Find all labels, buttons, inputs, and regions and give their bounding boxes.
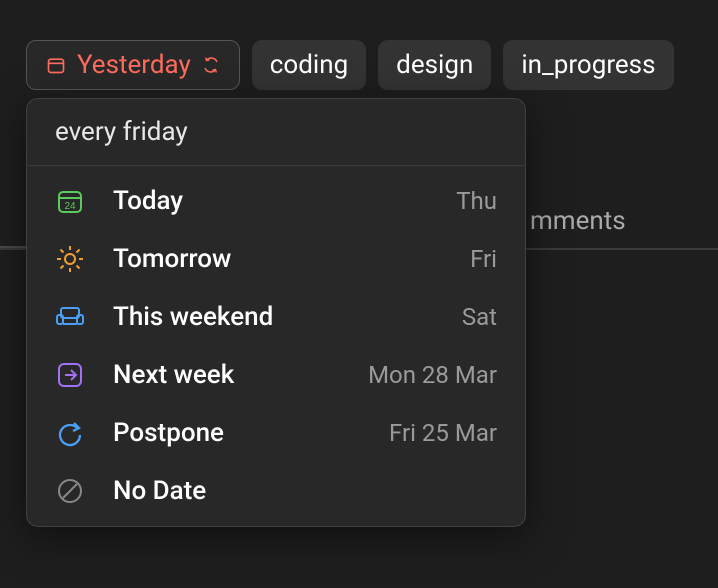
calendar-today-icon: 24 — [55, 186, 85, 216]
svg-text:24: 24 — [64, 201, 76, 212]
header-pills-row: Yesterday coding design in_progress — [0, 0, 718, 90]
tag-pill-coding[interactable]: coding — [252, 40, 366, 90]
option-label: Postpone — [113, 418, 361, 448]
due-date-text: Yesterday — [77, 50, 191, 80]
tab-comments-fragment: mments — [530, 206, 626, 236]
option-label: Today — [113, 186, 428, 216]
date-picker-popover: 24 Today Thu Tomorrow — [26, 98, 526, 527]
tag-pill-design[interactable]: design — [378, 40, 491, 90]
date-search-row — [27, 99, 525, 166]
couch-icon — [55, 302, 85, 332]
divider-fragment-left — [0, 246, 26, 248]
tag-label: in_progress — [521, 50, 655, 80]
arrow-next-icon — [55, 360, 85, 390]
recurring-icon — [201, 55, 221, 75]
option-no-date[interactable]: No Date — [27, 462, 525, 520]
tag-pill-in-progress[interactable]: in_progress — [503, 40, 673, 90]
option-label: No Date — [113, 476, 469, 506]
option-tomorrow[interactable]: Tomorrow Fri — [27, 230, 525, 288]
option-postpone[interactable]: Postpone Fri 25 Mar — [27, 404, 525, 462]
option-next-week[interactable]: Next week Mon 28 Mar — [27, 346, 525, 404]
tag-label: design — [396, 50, 473, 80]
option-meta: Fri 25 Mar — [389, 419, 497, 447]
redo-icon — [55, 418, 85, 448]
option-meta: Sat — [462, 303, 497, 331]
date-options-list: 24 Today Thu Tomorrow — [27, 166, 525, 526]
date-search-input[interactable] — [55, 117, 497, 147]
option-label: Next week — [113, 360, 340, 390]
due-date-pill[interactable]: Yesterday — [26, 40, 240, 90]
option-meta: Fri — [470, 245, 497, 273]
option-meta: Mon 28 Mar — [368, 361, 497, 389]
option-meta: Thu — [456, 187, 497, 215]
calendar-icon — [45, 54, 67, 76]
sun-icon — [55, 244, 85, 274]
option-today[interactable]: 24 Today Thu — [27, 172, 525, 230]
option-this-weekend[interactable]: This weekend Sat — [27, 288, 525, 346]
no-date-icon — [55, 476, 85, 506]
option-label: This weekend — [113, 302, 434, 332]
tag-label: coding — [270, 50, 348, 80]
option-label: Tomorrow — [113, 244, 442, 274]
